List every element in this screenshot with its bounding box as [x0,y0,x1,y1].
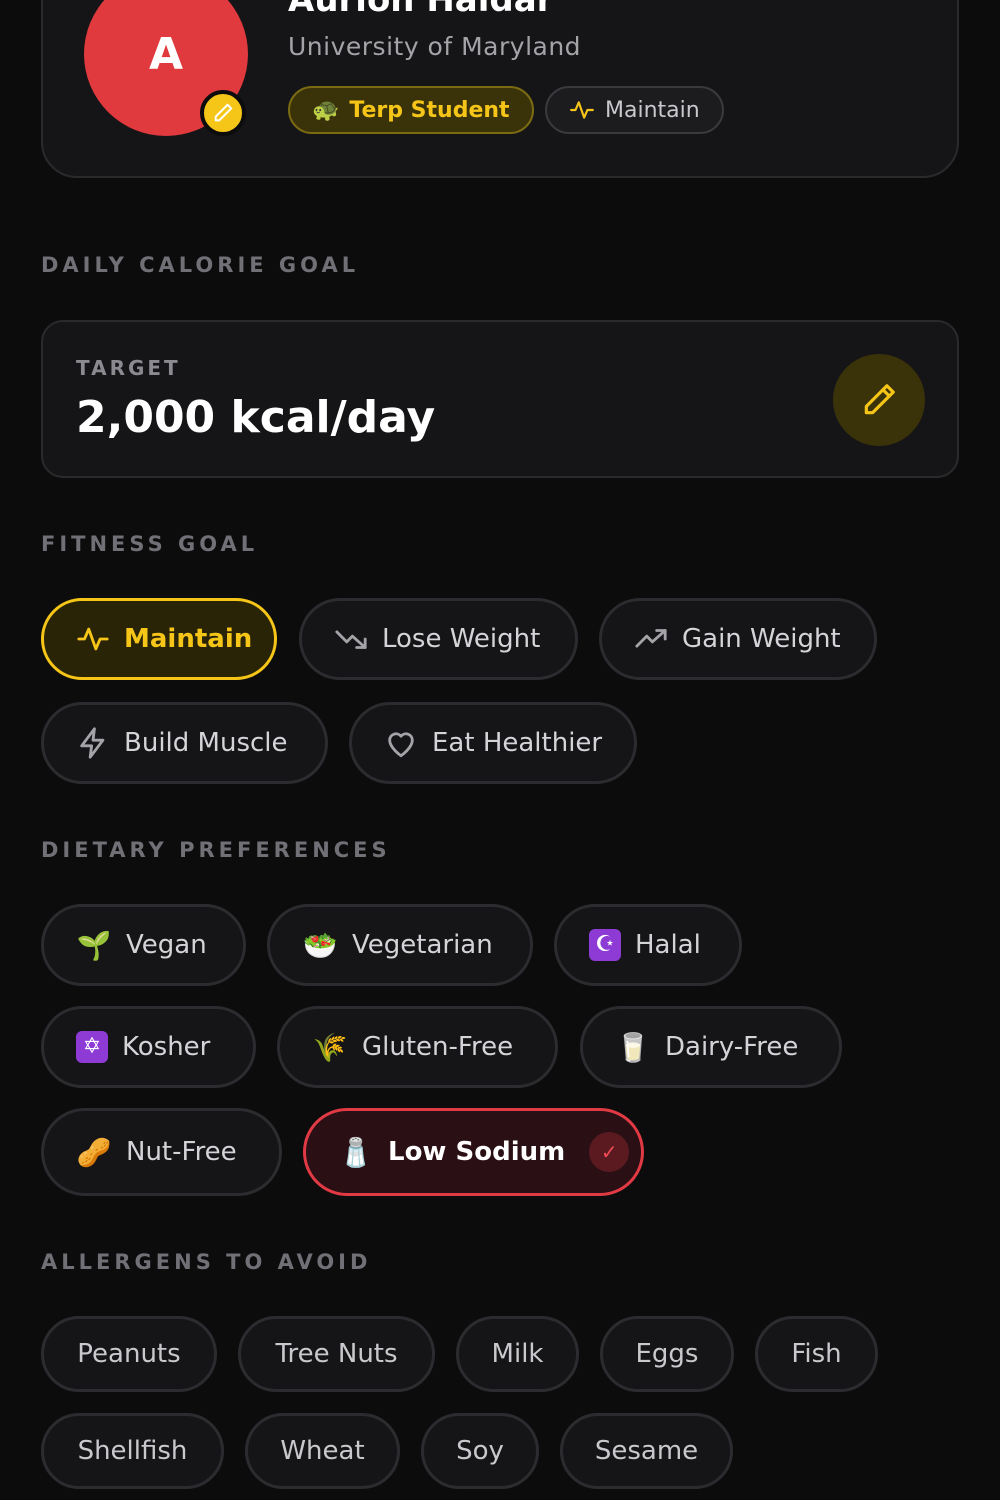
allergen-chip-label: Fish [791,1339,842,1369]
diet-chip-gluten-free[interactable]: 🌾 Gluten-Free [277,1006,558,1088]
allergen-chip-soy[interactable]: Soy [421,1413,539,1489]
star-of-david-icon: ✡ [76,1031,108,1063]
diet-chip-halal[interactable]: ☪ Halal [554,904,742,986]
checkmark-icon: ✓ [589,1132,630,1172]
allergen-chip-label: Sesame [594,1436,699,1466]
diet-chip-label: Kosher [122,1032,211,1062]
user-school: University of Maryland [288,32,582,61]
goal-chip-label: Eat Healthier [432,728,603,758]
activity-icon [77,627,109,651]
allergen-chip-label: Soy [456,1436,504,1466]
diet-chip-label: Halal [635,930,701,960]
pencil-icon [864,384,895,415]
allergen-chip-label: Milk [491,1339,544,1369]
allergen-chip-label: Eggs [635,1339,699,1369]
trending-down-icon [335,630,367,649]
allergen-chip-fish[interactable]: Fish [755,1316,878,1392]
user-name: Aurion Haldar [288,0,554,20]
activity-icon [570,101,594,119]
avatar-edit-button[interactable] [200,90,246,136]
edit-calorie-button[interactable] [833,354,925,446]
diet-chip-label: Vegetarian [352,930,493,960]
seedling-icon: 🌱 [76,928,112,962]
allergen-chip-label: Tree Nuts [275,1339,398,1369]
goal-chip-lose-weight[interactable]: Lose Weight [299,598,578,680]
diet-chip-nut-free[interactable]: 🥜 Nut-Free [41,1108,282,1196]
calorie-target-value: 2,000 kcal/day [76,392,436,443]
calorie-section-title: DAILY CALORIE GOAL [41,253,360,277]
goal-chip-label: Lose Weight [382,624,541,654]
fitness-section-title: FITNESS GOAL [41,532,259,556]
allergen-chip-label: Wheat [280,1436,365,1466]
diet-chip-low-sodium[interactable]: 🧂 Low Sodium ✓ [303,1108,644,1196]
turtle-icon: 🐢 [312,97,340,123]
goal-chip-maintain[interactable]: Maintain [41,598,277,680]
crescent-star-icon: ☪ [589,929,621,961]
goal-chip-build-muscle[interactable]: Build Muscle [41,702,328,784]
milk-glass-icon: 🥛 [615,1030,651,1064]
allergen-chip-label: Peanuts [77,1339,181,1369]
goal-chip-label: Maintain [124,624,253,654]
pencil-icon [214,103,233,122]
terp-badge-label: Terp Student [349,97,510,123]
diet-chip-label: Low Sodium [388,1137,566,1167]
goal-badge: Maintain [545,86,724,134]
diet-chip-dairy-free[interactable]: 🥛 Dairy-Free [580,1006,842,1088]
salt-shaker-icon: 🧂 [338,1135,374,1169]
goal-chip-label: Build Muscle [124,728,288,758]
dietary-section-title: DIETARY PREFERENCES [41,838,391,862]
diet-chip-label: Dairy-Free [665,1032,799,1062]
heart-icon [388,732,414,758]
diet-chip-vegan[interactable]: 🌱 Vegan [41,904,246,986]
wheat-icon: 🌾 [312,1030,348,1064]
allergens-section-title: ALLERGENS TO AVOID [41,1250,372,1274]
salad-icon: 🥗 [302,928,338,962]
diet-chip-vegetarian[interactable]: 🥗 Vegetarian [267,904,533,986]
calorie-target-label: TARGET [76,356,181,380]
calorie-card: TARGET 2,000 kcal/day [41,320,959,478]
allergen-chip-label: Shellfish [77,1436,188,1466]
allergen-chip-peanuts[interactable]: Peanuts [41,1316,217,1392]
allergen-chip-milk[interactable]: Milk [456,1316,579,1392]
terp-student-badge: 🐢 Terp Student [288,86,534,134]
goal-chip-label: Gain Weight [682,624,841,654]
diet-chip-kosher[interactable]: ✡ Kosher [41,1006,256,1088]
allergen-chip-tree-nuts[interactable]: Tree Nuts [238,1316,435,1392]
allergen-chip-eggs[interactable]: Eggs [600,1316,734,1392]
diet-chip-label: Nut-Free [126,1137,237,1167]
lightning-icon [80,727,105,759]
peanut-icon: 🥜 [76,1135,112,1169]
allergen-chip-wheat[interactable]: Wheat [245,1413,400,1489]
allergen-chip-shellfish[interactable]: Shellfish [41,1413,224,1489]
trending-up-icon [635,629,667,648]
diet-chip-label: Gluten-Free [362,1032,514,1062]
allergen-chip-sesame[interactable]: Sesame [560,1413,733,1489]
goal-badge-label: Maintain [605,97,700,123]
goal-chip-eat-healthier[interactable]: Eat Healthier [349,702,637,784]
goal-chip-gain-weight[interactable]: Gain Weight [599,598,877,680]
diet-chip-label: Vegan [126,930,207,960]
